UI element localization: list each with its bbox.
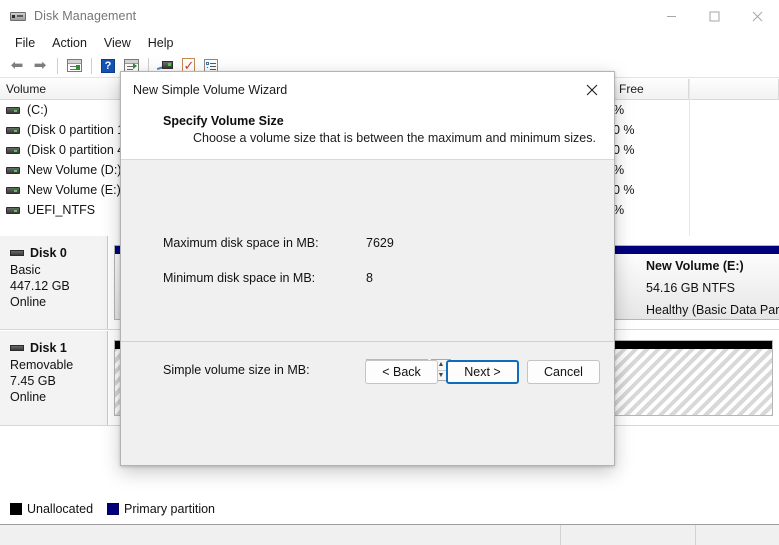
legend-swatch-unallocated bbox=[10, 503, 22, 515]
volume-icon bbox=[6, 166, 20, 174]
disk-management-icon bbox=[10, 8, 26, 24]
disk-1-type: Removable bbox=[10, 358, 74, 372]
volume-icon bbox=[6, 126, 20, 134]
menu-item-action[interactable]: Action bbox=[44, 34, 96, 53]
disk-1-status: Online bbox=[10, 390, 47, 404]
disk-0-size: 447.12 GB bbox=[10, 279, 70, 293]
status-pane-1 bbox=[0, 525, 561, 545]
disk-management-window: Disk Management File Action View Help ⬅ … bbox=[0, 0, 779, 545]
disk-1-size: 7.45 GB bbox=[10, 374, 56, 388]
back-arrow-icon[interactable]: ⬅ bbox=[6, 56, 28, 76]
menu-item-file[interactable]: File bbox=[7, 34, 44, 53]
menu-item-view[interactable]: View bbox=[96, 34, 140, 53]
volume-free: % bbox=[613, 103, 625, 117]
volume-free: % bbox=[613, 203, 625, 217]
dialog-header: Specify Volume Size Choose a volume size… bbox=[121, 108, 614, 160]
window-title: Disk Management bbox=[34, 9, 137, 23]
dialog-title: New Simple Volume Wizard bbox=[133, 83, 288, 97]
column-header-free[interactable]: Free bbox=[613, 79, 689, 100]
dialog-body: Maximum disk space in MB: 7629 Minimum d… bbox=[121, 160, 614, 401]
cancel-button[interactable]: Cancel bbox=[527, 359, 600, 384]
volume-free: 0 % bbox=[613, 143, 635, 157]
back-button[interactable]: < Back bbox=[365, 359, 438, 384]
status-pane-2 bbox=[561, 525, 696, 545]
new-simple-volume-wizard-dialog: New Simple Volume Wizard Specify Volume … bbox=[120, 71, 615, 466]
toolbar-separator-2 bbox=[91, 57, 92, 74]
disk-0-info: Disk 0 Basic 447.12 GB Online bbox=[0, 236, 108, 329]
volume-name: New Volume (D:) bbox=[27, 163, 122, 177]
volume-name: UEFI_NTFS bbox=[27, 203, 96, 217]
volume-name: (Disk 0 partition 4) bbox=[27, 143, 129, 157]
window-controls bbox=[650, 0, 779, 32]
column-header-7[interactable] bbox=[689, 79, 779, 100]
disk-0-name: Disk 0 bbox=[30, 246, 67, 260]
disk-0-type: Basic bbox=[10, 263, 41, 277]
volume-free: % bbox=[613, 163, 625, 177]
volume-name: (C:) bbox=[27, 103, 48, 117]
partition-status: Healthy (Basic Data Partition) bbox=[646, 303, 779, 317]
partition-size: 54.16 GB NTFS bbox=[646, 281, 735, 295]
disk-1-name: Disk 1 bbox=[30, 341, 67, 355]
toolbar-separator-1 bbox=[57, 57, 58, 74]
volume-icon bbox=[6, 146, 20, 154]
min-disk-space-row: Minimum disk space in MB: 8 bbox=[163, 271, 373, 285]
max-disk-space-row: Maximum disk space in MB: 7629 bbox=[163, 236, 394, 250]
menu-item-help[interactable]: Help bbox=[140, 34, 183, 53]
menu-bar: File Action View Help bbox=[0, 32, 779, 54]
dialog-subheading: Choose a volume size that is between the… bbox=[193, 131, 596, 145]
disk-1-info: Disk 1 Removable 7.45 GB Online bbox=[0, 331, 108, 425]
next-button[interactable]: Next > bbox=[446, 359, 519, 384]
dialog-footer: < Back Next > Cancel bbox=[121, 341, 614, 401]
volume-free: 0 % bbox=[613, 123, 635, 137]
volume-icon bbox=[6, 106, 20, 114]
close-icon[interactable] bbox=[736, 0, 779, 32]
disk-icon bbox=[10, 250, 24, 256]
volume-icon bbox=[6, 186, 20, 194]
max-disk-space-label: Maximum disk space in MB: bbox=[163, 236, 319, 250]
legend-label-unallocated: Unallocated bbox=[27, 502, 94, 516]
dialog-heading: Specify Volume Size bbox=[163, 114, 284, 128]
legend-item-primary-partition: Primary partition bbox=[107, 502, 215, 516]
dialog-titlebar: New Simple Volume Wizard bbox=[121, 72, 614, 108]
legend-item-unallocated: Unallocated bbox=[10, 502, 93, 516]
column-divider[interactable] bbox=[689, 79, 690, 236]
show-hide-console-tree-icon[interactable] bbox=[63, 56, 85, 76]
status-bar bbox=[0, 524, 779, 545]
legend-label-primary-partition: Primary partition bbox=[124, 502, 216, 516]
volume-icon bbox=[6, 206, 20, 214]
min-disk-space-label: Minimum disk space in MB: bbox=[163, 271, 316, 285]
volume-name: New Volume (E:) bbox=[27, 183, 121, 197]
max-disk-space-value: 7629 bbox=[366, 236, 394, 250]
status-pane-3 bbox=[696, 525, 779, 545]
legend: Unallocated Primary partition bbox=[0, 494, 779, 524]
minimize-icon[interactable] bbox=[650, 0, 693, 32]
window-titlebar: Disk Management bbox=[0, 0, 779, 32]
disk-icon bbox=[10, 345, 24, 351]
help-icon[interactable]: ? bbox=[97, 56, 119, 76]
forward-arrow-icon[interactable]: ➡ bbox=[29, 56, 51, 76]
close-icon[interactable] bbox=[570, 72, 614, 108]
partition-title: New Volume (E:) bbox=[646, 259, 744, 273]
maximize-icon[interactable] bbox=[693, 0, 736, 32]
volume-name: (Disk 0 partition 1) bbox=[27, 123, 129, 137]
min-disk-space-value: 8 bbox=[366, 271, 373, 285]
volume-free: 0 % bbox=[613, 183, 635, 197]
legend-swatch-primary-partition bbox=[107, 503, 120, 515]
disk-0-status: Online bbox=[10, 295, 47, 309]
